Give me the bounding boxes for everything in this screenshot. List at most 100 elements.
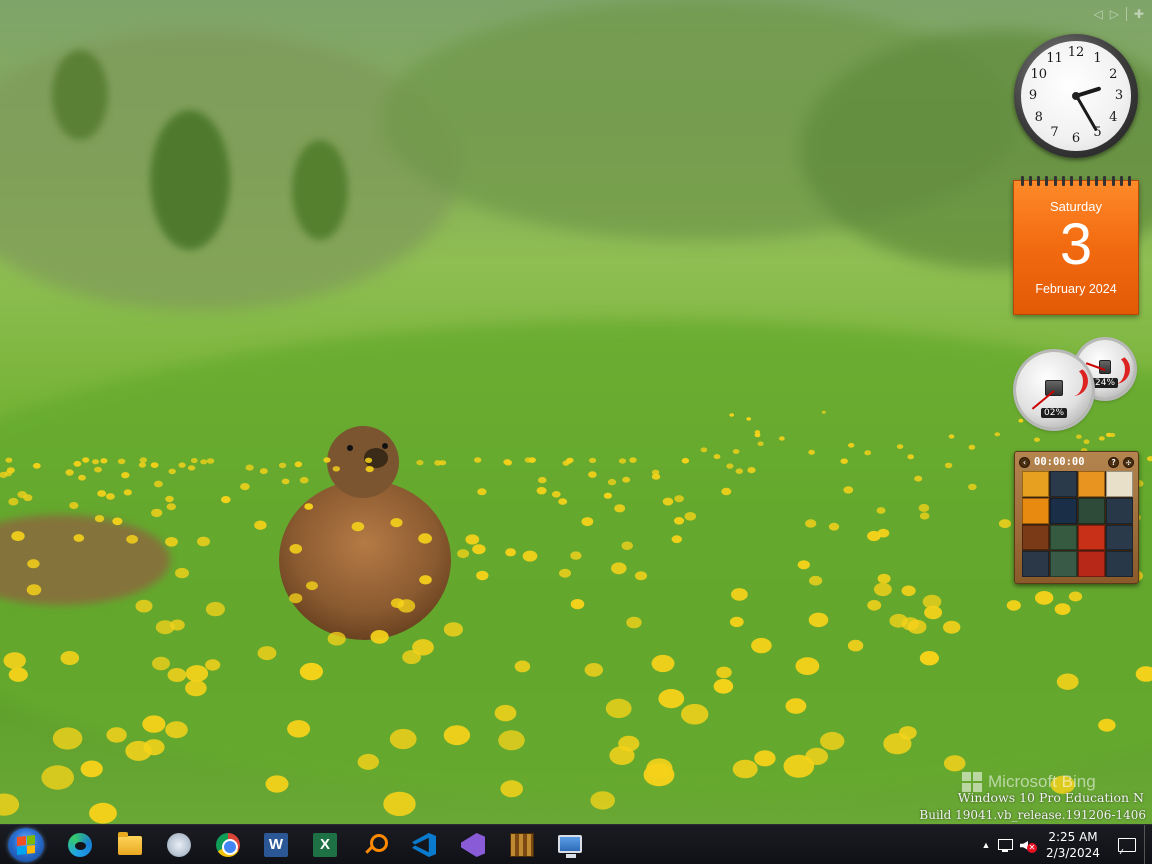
show-desktop-button[interactable] xyxy=(1144,825,1152,864)
wallpaper-flower xyxy=(634,571,648,581)
puzzle-tile[interactable] xyxy=(1078,551,1105,577)
wallpaper-flower xyxy=(1098,718,1116,732)
clock-numeral: 2 xyxy=(1109,66,1118,82)
wallpaper-flower xyxy=(365,466,374,473)
chevron-up-icon[interactable]: ▲ xyxy=(978,840,994,850)
wallpaper-flower xyxy=(528,457,536,463)
wallpaper-flower xyxy=(476,570,489,581)
wallpaper-flower xyxy=(105,493,115,500)
puzzle-tile[interactable] xyxy=(1078,471,1105,497)
file-explorer-icon[interactable] xyxy=(118,832,142,855)
wallpaper-flower xyxy=(365,457,373,463)
puzzle-tile[interactable] xyxy=(1050,551,1077,577)
picture-puzzle-gadget[interactable]: ‹ 00:00:00 ? ✣ xyxy=(1014,451,1139,584)
wallpaper-flower xyxy=(948,434,955,439)
puzzle-tile[interactable] xyxy=(1022,524,1049,551)
wallpaper-flower xyxy=(397,599,416,613)
wallpaper-flower xyxy=(1106,432,1112,437)
tray-clock[interactable]: 2:25 AM 2/3/2024 xyxy=(1038,829,1108,861)
system-tray: ▲ 2:25 AM 2/3/2024 xyxy=(978,825,1152,864)
puzzle-tile[interactable] xyxy=(1022,551,1049,577)
wallpaper-flower xyxy=(914,475,923,482)
wallpaper-flower xyxy=(522,550,538,562)
help-icon[interactable]: ? xyxy=(1108,456,1119,468)
wallpaper-flower xyxy=(588,471,597,478)
wallpaper-flower xyxy=(874,582,892,597)
chevron-left-icon[interactable]: ◁ xyxy=(1093,7,1102,21)
volume-muted-icon[interactable] xyxy=(1016,834,1038,856)
wallpaper-flower xyxy=(165,537,178,547)
wallpaper-flower xyxy=(944,462,953,469)
puzzle-tile[interactable] xyxy=(1050,497,1077,524)
clock-gadget[interactable]: 12 1 2 3 4 5 6 7 8 9 10 11 xyxy=(1014,34,1138,158)
wallpaper-flower xyxy=(726,463,734,469)
wallpaper-flower xyxy=(257,646,277,661)
wallpaper-flower xyxy=(332,466,340,472)
puzzle-toolbar: ‹ 00:00:00 ? ✣ xyxy=(1019,455,1134,469)
wallpaper-flower xyxy=(505,548,516,557)
wallpaper-flower xyxy=(570,551,582,560)
puzzle-tile[interactable] xyxy=(1106,524,1133,551)
wallpaper-flower xyxy=(419,575,432,585)
wallpaper-flower xyxy=(843,486,854,494)
wallpaper-flower xyxy=(731,588,748,601)
solve-icon[interactable]: ✣ xyxy=(1123,456,1134,468)
wallpaper-flower xyxy=(994,432,1001,437)
game-icon[interactable] xyxy=(510,833,534,857)
wallpaper-flower xyxy=(126,534,138,544)
wallpaper-flower xyxy=(443,725,471,746)
puzzle-tile[interactable] xyxy=(1078,497,1105,524)
wallpaper-flower xyxy=(809,575,823,586)
remote-desktop-icon[interactable] xyxy=(558,835,582,858)
wallpaper-flower xyxy=(89,802,117,824)
wallpaper-flower xyxy=(922,594,942,609)
search-tool-icon[interactable] xyxy=(363,833,388,857)
wallpaper-flower xyxy=(52,727,83,750)
wallpaper-flower xyxy=(259,468,268,475)
edge-icon[interactable] xyxy=(68,833,92,857)
chrome-icon[interactable] xyxy=(216,833,240,857)
wallpaper-flower xyxy=(5,457,13,463)
start-button[interactable] xyxy=(8,828,44,862)
puzzle-tile[interactable] xyxy=(1078,524,1105,551)
cpu-meter-gadget[interactable]: 24% 02% xyxy=(1012,336,1140,432)
puzzle-tile[interactable] xyxy=(1022,471,1049,497)
puzzle-tile[interactable] xyxy=(1106,551,1133,577)
wallpaper-flower xyxy=(457,549,470,559)
wallpaper-flower xyxy=(155,620,175,635)
wallpaper-flower xyxy=(662,497,674,506)
puzzle-tile[interactable] xyxy=(1106,471,1133,497)
wallpaper-flower xyxy=(889,613,908,628)
back-arrow-icon[interactable]: ‹ xyxy=(1019,456,1030,468)
vscode-icon[interactable] xyxy=(412,833,436,857)
calendar-day-number: 3 xyxy=(1059,212,1093,277)
chevron-right-icon[interactable]: ▷ xyxy=(1110,7,1119,21)
wallpaper-flower xyxy=(82,457,90,463)
notification-center-icon[interactable] xyxy=(1108,825,1144,864)
wallpaper-flower xyxy=(187,465,196,471)
wallpaper-flower xyxy=(864,450,872,456)
wallpaper-flower xyxy=(732,449,740,454)
wallpaper-flower xyxy=(820,731,845,751)
wallpaper-flower xyxy=(919,651,940,666)
plus-icon[interactable]: ✚ xyxy=(1134,7,1144,21)
wallpaper-flower xyxy=(713,678,734,694)
wallpaper-scene xyxy=(0,0,1152,824)
network-icon[interactable] xyxy=(994,834,1016,856)
wallpaper-flower xyxy=(26,584,42,596)
wallpaper-flower xyxy=(151,508,163,518)
wallpaper-flower xyxy=(898,726,917,740)
puzzle-tile[interactable] xyxy=(1022,497,1049,524)
wallpaper-flower xyxy=(536,487,547,495)
wallpaper-flower xyxy=(795,657,820,675)
visual-studio-icon[interactable] xyxy=(461,833,485,857)
puzzle-tile[interactable] xyxy=(1106,497,1133,524)
wallpaper-flower xyxy=(4,470,12,477)
steam-icon[interactable] xyxy=(167,833,191,857)
calendar-gadget[interactable]: Saturday 3 February 2024 xyxy=(1013,176,1139,315)
word-icon[interactable]: W xyxy=(264,833,288,857)
wallpaper-flower xyxy=(123,489,132,496)
puzzle-tile[interactable] xyxy=(1050,471,1077,497)
puzzle-tile[interactable] xyxy=(1050,524,1077,551)
excel-icon[interactable]: X xyxy=(313,833,337,857)
